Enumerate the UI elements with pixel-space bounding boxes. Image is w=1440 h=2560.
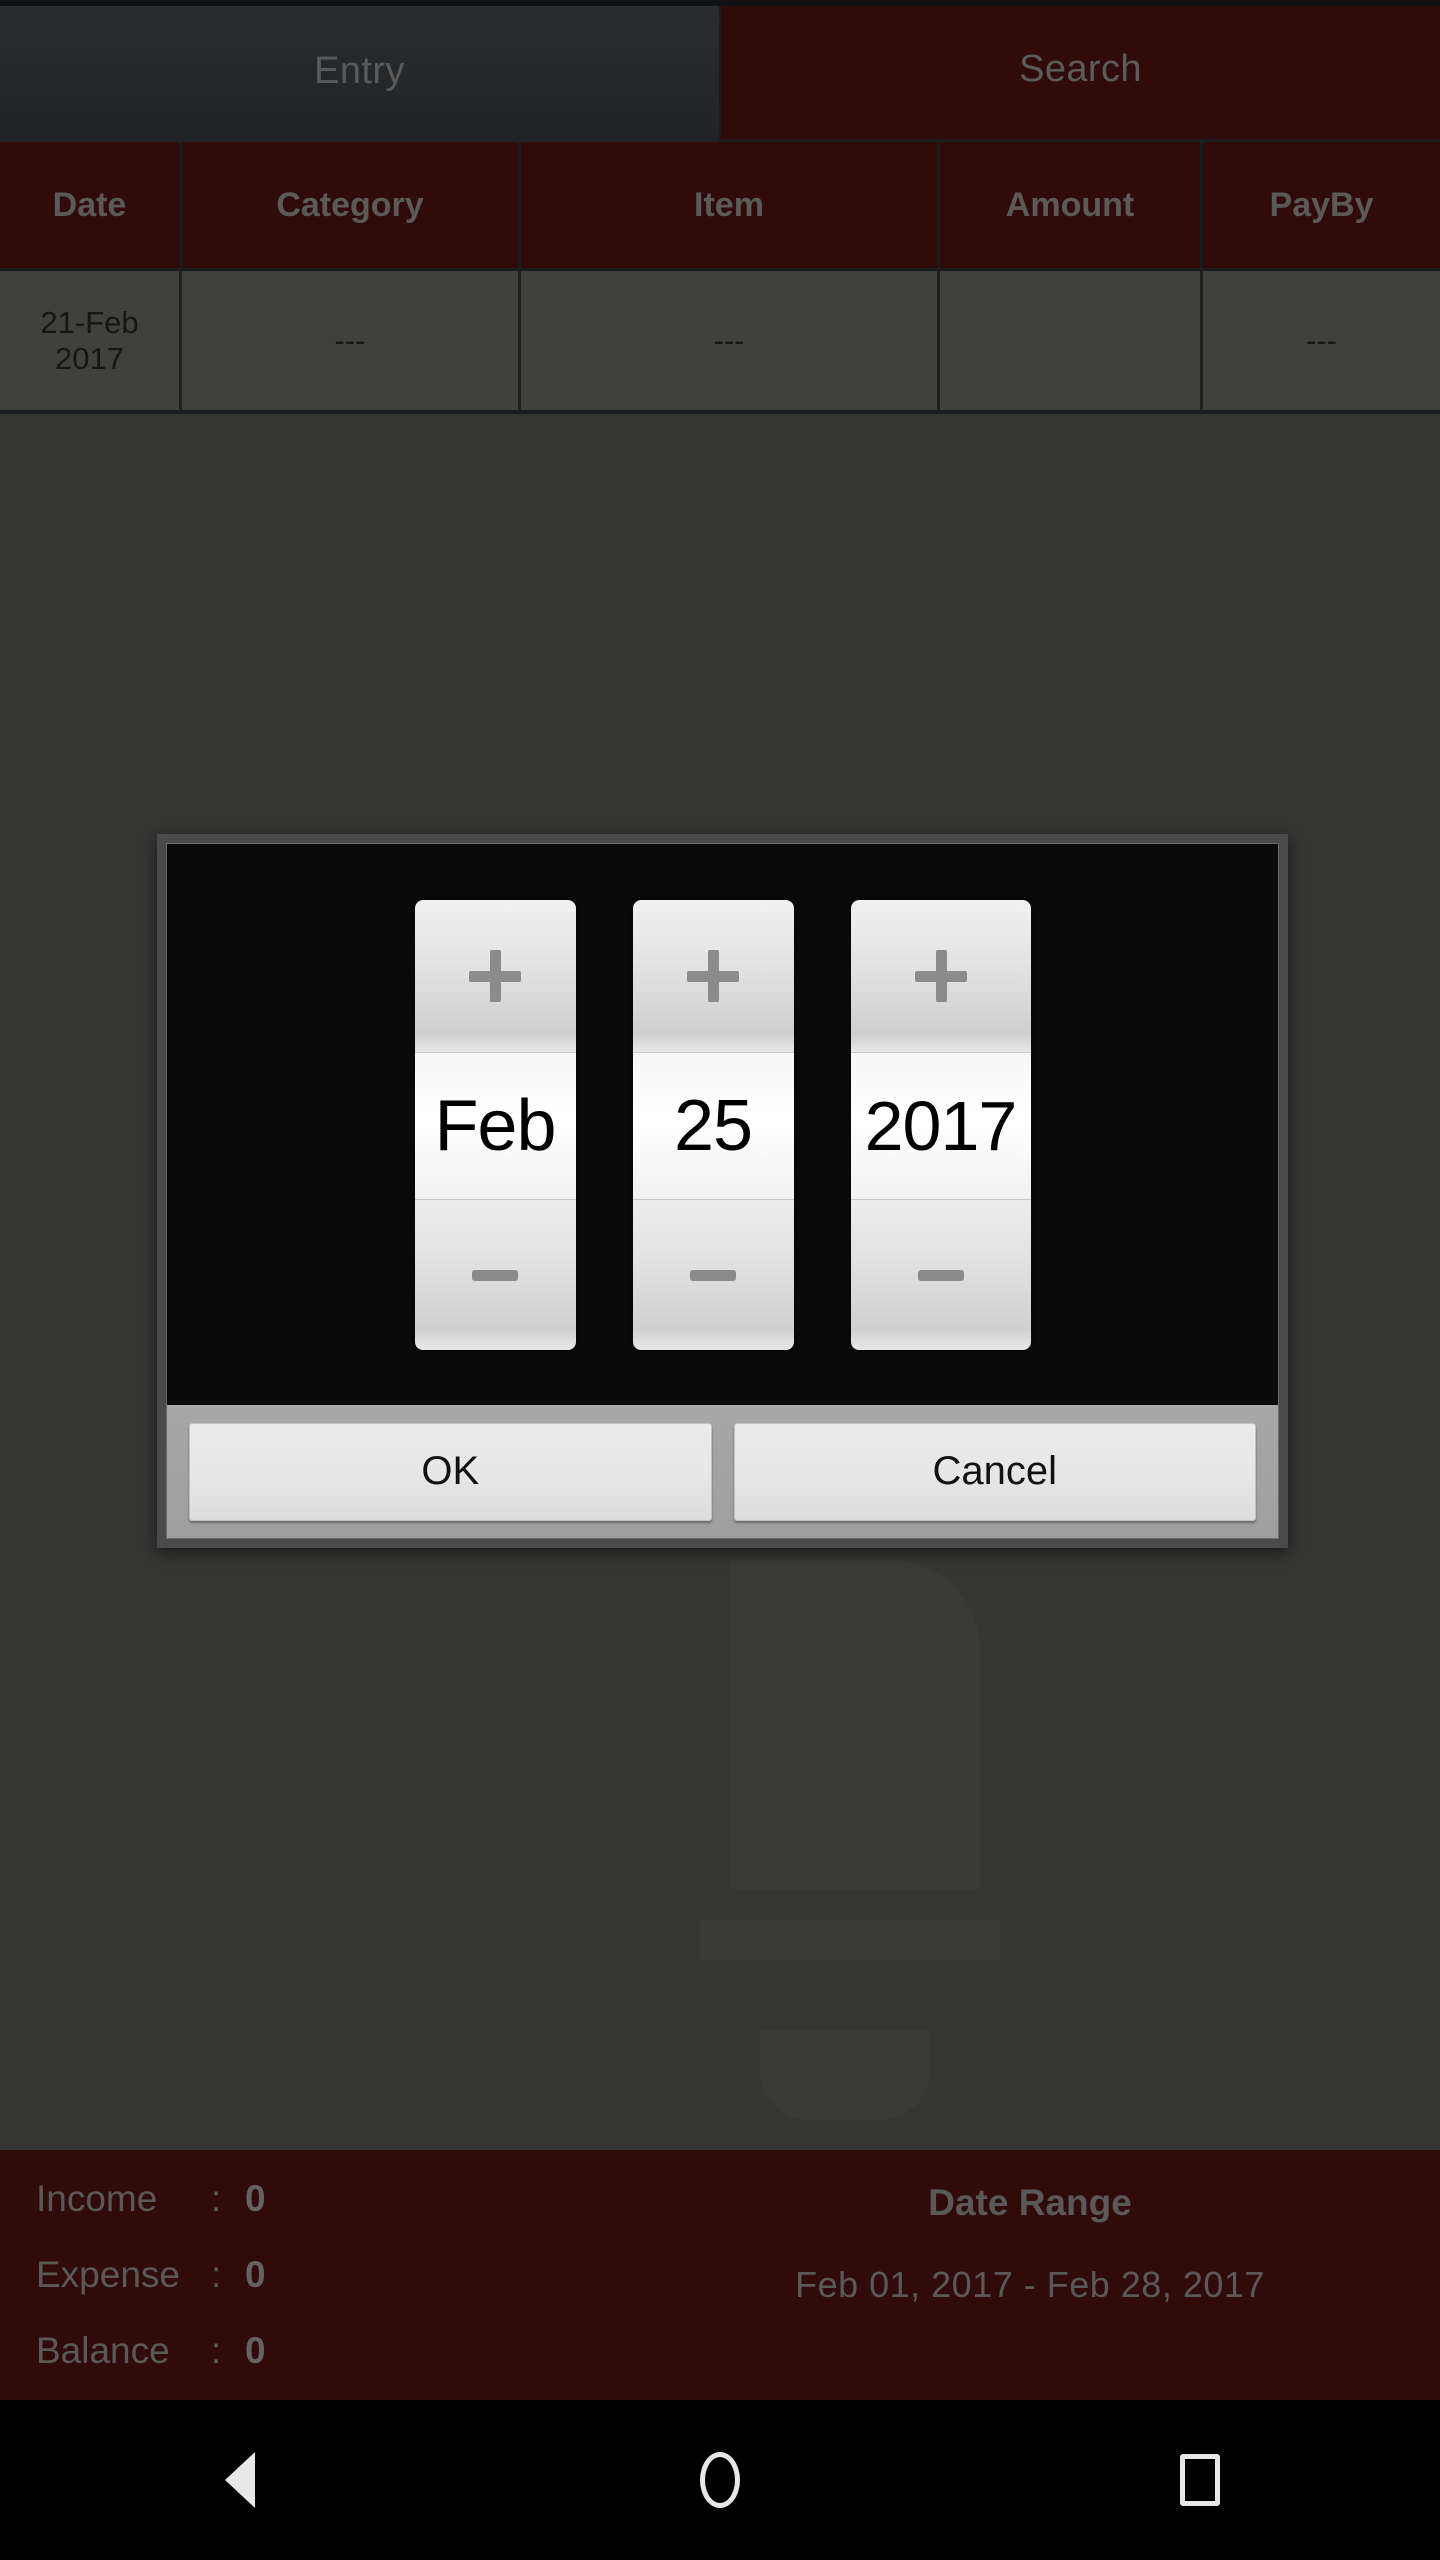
app-screen: Entry Search Date Category Item Amount P… — [0, 0, 1440, 2560]
date-spinners: Feb 25 2017 — [167, 844, 1278, 1405]
day-value[interactable]: 25 — [632, 1051, 794, 1200]
day-decrement-button[interactable] — [632, 1199, 794, 1350]
year-spinner: 2017 — [850, 899, 1031, 1350]
year-value[interactable]: 2017 — [850, 1051, 1031, 1200]
minus-icon — [690, 1270, 736, 1281]
year-decrement-button[interactable] — [850, 1199, 1031, 1350]
minus-icon — [917, 1270, 964, 1281]
day-spinner: 25 — [632, 899, 794, 1350]
month-spinner: Feb — [414, 899, 576, 1350]
minus-icon — [472, 1270, 518, 1281]
recents-square-icon — [1180, 2454, 1220, 2506]
date-picker-body: Feb 25 2017 OK Cancel — [166, 843, 1279, 1539]
date-picker-dialog: Feb 25 2017 OK Cancel — [157, 834, 1288, 1548]
nav-recents-button[interactable] — [1120, 2400, 1280, 2560]
cancel-button[interactable]: Cancel — [733, 1422, 1256, 1521]
month-increment-button[interactable] — [414, 899, 576, 1052]
android-nav-bar — [0, 2400, 1440, 2560]
plus-icon — [914, 949, 967, 1002]
home-circle-icon — [700, 2452, 740, 2508]
plus-icon — [469, 949, 521, 1002]
nav-home-button[interactable] — [640, 2400, 800, 2560]
month-value[interactable]: Feb — [414, 1051, 576, 1200]
day-increment-button[interactable] — [632, 899, 794, 1052]
dialog-button-bar: OK Cancel — [167, 1405, 1278, 1538]
back-triangle-icon — [225, 2452, 255, 2508]
month-decrement-button[interactable] — [414, 1199, 576, 1350]
plus-icon — [687, 949, 739, 1002]
year-increment-button[interactable] — [850, 899, 1031, 1052]
nav-back-button[interactable] — [160, 2400, 320, 2560]
ok-button[interactable]: OK — [189, 1422, 712, 1521]
